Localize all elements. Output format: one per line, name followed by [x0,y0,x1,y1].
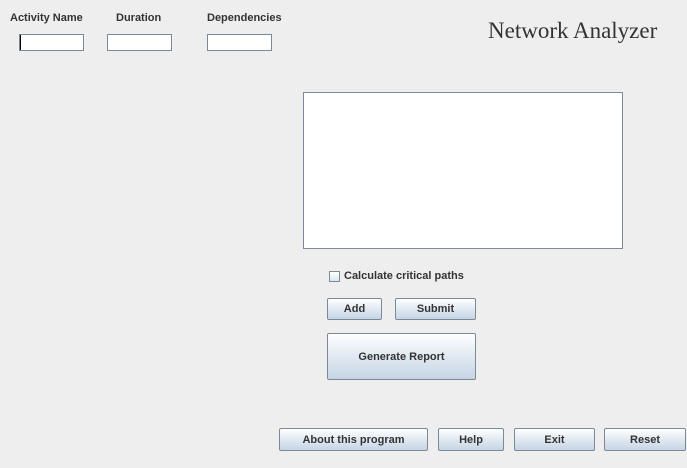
duration-field[interactable] [107,34,172,51]
duration-label: Duration [116,12,162,24]
app-title: Network Analyzer [488,18,658,43]
critical-paths-option[interactable]: Calculate critical paths [329,270,464,282]
output-text-area[interactable] [303,92,623,249]
critical-paths-label: Calculate critical paths [344,270,464,282]
about-button[interactable]: About this program [279,428,428,451]
dependencies-field[interactable] [207,34,272,51]
activity-name-field[interactable] [19,34,84,51]
add-button[interactable]: Add [327,298,382,320]
generate-report-button[interactable]: Generate Report [327,333,476,380]
activity-name-label: Activity Name [10,12,83,24]
dependencies-label: Dependencies [207,12,282,24]
reset-button[interactable]: Reset [604,428,686,451]
critical-paths-checkbox[interactable] [329,270,340,282]
submit-button[interactable]: Submit [395,298,476,320]
help-button[interactable]: Help [438,428,504,451]
exit-button[interactable]: Exit [514,428,595,451]
